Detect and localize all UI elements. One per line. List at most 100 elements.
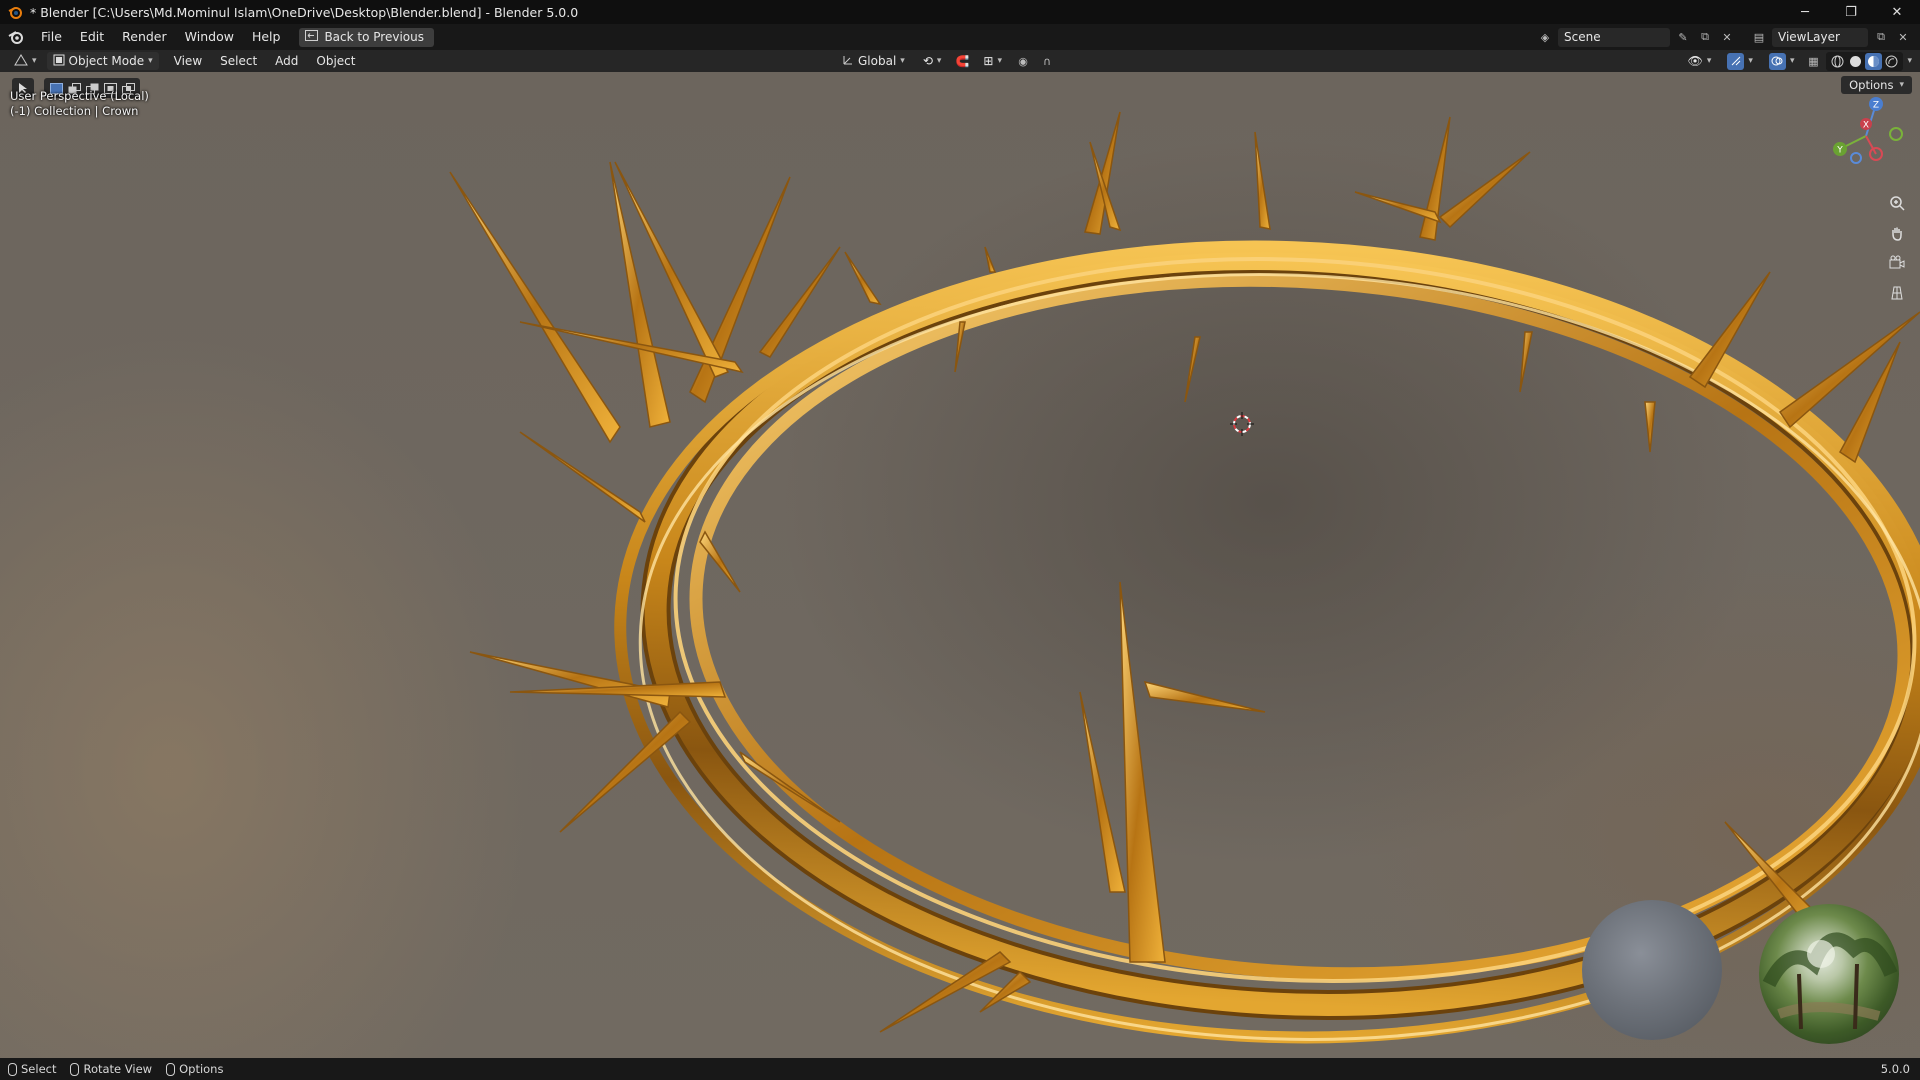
perspective-label: User Perspective (Local) xyxy=(10,89,149,103)
pivot-icon: ⟲ xyxy=(922,54,933,68)
rendered-shading-icon[interactable] xyxy=(1883,53,1900,70)
back-to-previous-button[interactable]: Back to Previous xyxy=(299,27,434,47)
status-select-label: Select xyxy=(21,1062,57,1076)
zoom-icon[interactable] xyxy=(1886,192,1908,214)
y-axis-label: Y xyxy=(1836,146,1843,156)
title-bar: * Blender [C:\Users\Md.Mominul Islam\One… xyxy=(0,0,1920,24)
pin-icon[interactable]: ✎ xyxy=(1674,28,1692,46)
scene-icon[interactable]: ◈ xyxy=(1536,28,1554,46)
screen-back-icon xyxy=(305,30,319,44)
viewport-options-button[interactable]: Options ▾ xyxy=(1841,76,1912,94)
gizmo-toggle-icon xyxy=(1727,52,1745,70)
orientation-icon xyxy=(842,54,854,69)
menu-file[interactable]: File xyxy=(32,24,71,50)
mouse-right-icon xyxy=(166,1062,176,1076)
material-preview-sphere xyxy=(1582,900,1722,1040)
snap-target-dropdown[interactable]: ⊞ ▾ xyxy=(977,52,1008,70)
hdri-preview-sphere xyxy=(1759,904,1899,1044)
view-layer-name: ViewLayer xyxy=(1778,30,1840,44)
xray-icon[interactable]: ▦ xyxy=(1804,52,1822,70)
perspective-toggle-icon[interactable] xyxy=(1886,282,1908,304)
gizmo-dropdown[interactable]: ▾ xyxy=(1721,52,1759,70)
menu-help[interactable]: Help xyxy=(243,24,290,50)
status-options-label: Options xyxy=(179,1062,224,1076)
chevron-down-icon: ▾ xyxy=(997,56,1002,66)
status-rotate-label: Rotate View xyxy=(83,1062,153,1076)
chevron-down-icon: ▾ xyxy=(148,56,153,66)
status-options: Options xyxy=(166,1062,223,1076)
editor-type-dropdown[interactable]: ▾ xyxy=(8,52,43,70)
overlay-dropdown[interactable]: ▾ xyxy=(1763,52,1801,70)
menu-window[interactable]: Window xyxy=(176,24,243,50)
transform-controls: Global ▾ ⟲ ▾ 🧲 ⊞ ▾ ◉ ∩ xyxy=(836,50,1056,72)
snap-icon[interactable]: 🧲 xyxy=(953,52,971,70)
shading-options-chevron-icon[interactable]: ▾ xyxy=(1907,56,1912,66)
viewport-menu-view[interactable]: View xyxy=(165,50,211,72)
chevron-down-icon: ▾ xyxy=(1899,80,1904,90)
minimize-icon[interactable]: ─ xyxy=(1782,0,1828,24)
chevron-down-icon: ▾ xyxy=(32,56,37,66)
eye-icon: 👁 xyxy=(1687,54,1703,68)
material-preview-shading-icon[interactable] xyxy=(1865,52,1883,70)
neg-y-axis-icon xyxy=(1889,127,1903,141)
status-rotate-view: Rotate View xyxy=(70,1062,152,1076)
close-icon[interactable]: ✕ xyxy=(1874,0,1920,24)
3d-cursor-icon[interactable] xyxy=(1229,411,1255,437)
collection-label: (-1) Collection | Crown xyxy=(10,104,139,118)
camera-view-icon[interactable] xyxy=(1886,252,1908,274)
overlays-icon xyxy=(1768,52,1786,70)
pan-hand-icon[interactable] xyxy=(1886,222,1908,244)
mode-label: Object Mode xyxy=(68,54,145,68)
delete-scene-icon[interactable]: ✕ xyxy=(1718,28,1736,46)
chevron-down-icon: ▾ xyxy=(936,56,942,66)
window-controls: ─ ❐ ✕ xyxy=(1782,0,1920,24)
hdri-forest-image xyxy=(1762,932,1898,1030)
viewport-menu-add[interactable]: Add xyxy=(266,50,307,72)
new-scene-icon[interactable]: ⧉ xyxy=(1696,28,1714,46)
orientation-label: Global xyxy=(858,54,897,68)
view-layer-selector[interactable]: ViewLayer xyxy=(1772,27,1868,47)
blender-app-icon xyxy=(6,3,24,21)
z-axis-label: Z xyxy=(1873,101,1879,111)
solid-shading-icon[interactable] xyxy=(1847,53,1864,70)
mouse-left-icon xyxy=(8,1062,17,1076)
viewport-menu-select[interactable]: Select xyxy=(211,50,266,72)
status-bar: Select Rotate View Options 5.0.0 xyxy=(0,1058,1920,1080)
blender-logo-icon[interactable] xyxy=(6,27,26,47)
viewport-header: ▾ Object Mode ▾ View Select Add Object G… xyxy=(0,50,1920,72)
snap-target-icon: ⊞ xyxy=(983,54,994,68)
shading-mode-group xyxy=(1826,51,1904,71)
x-axis-label: X xyxy=(1863,121,1869,131)
window-title: * Blender [C:\Users\Md.Mominul Islam\One… xyxy=(30,4,579,20)
viewport-menu-object[interactable]: Object xyxy=(307,50,364,72)
scene-name: Scene xyxy=(1564,30,1601,44)
viewport-header-right: 👁 ▾ ▾ ▾ ▦ ▾ xyxy=(1682,50,1912,72)
mouse-middle-icon xyxy=(70,1062,80,1076)
menu-render[interactable]: Render xyxy=(113,24,176,50)
menubar-right: ◈ Scene ✎ ⧉ ✕ ▤ ViewLayer ⧉ ✕ xyxy=(1536,24,1920,50)
maximize-icon[interactable]: ❐ xyxy=(1828,0,1874,24)
chevron-down-icon: ▾ xyxy=(900,56,905,66)
view-layer-icon[interactable]: ▤ xyxy=(1750,28,1768,46)
3d-viewport[interactable]: User Perspective (Local) (-1) Collection… xyxy=(0,72,1920,1058)
status-select: Select xyxy=(8,1062,56,1076)
navigation-gizmo[interactable]: Z Y X xyxy=(1826,94,1906,174)
pivot-dropdown[interactable]: ⟲ ▾ xyxy=(917,52,948,70)
scene-selector[interactable]: Scene xyxy=(1558,27,1670,47)
wireframe-shading-icon[interactable] xyxy=(1829,53,1846,70)
menu-edit[interactable]: Edit xyxy=(71,24,113,50)
mode-dropdown[interactable]: Object Mode ▾ xyxy=(46,52,159,70)
orientation-dropdown[interactable]: Global ▾ xyxy=(836,52,911,70)
navigation-tools xyxy=(1886,192,1908,304)
neg-z-axis-icon xyxy=(1850,152,1862,164)
proportional-editing-icon[interactable]: ◉ xyxy=(1014,52,1032,70)
visibility-dropdown[interactable]: 👁 ▾ xyxy=(1682,52,1718,70)
top-menubar: File Edit Render Window Help Back to Pre… xyxy=(0,24,1920,50)
options-label: Options xyxy=(1849,78,1894,92)
new-view-layer-icon[interactable]: ⧉ xyxy=(1872,28,1890,46)
falloff-icon[interactable]: ∩ xyxy=(1038,52,1056,70)
object-mode-icon xyxy=(53,54,65,69)
delete-view-layer-icon[interactable]: ✕ xyxy=(1894,28,1912,46)
version-label: 5.0.0 xyxy=(1880,1062,1910,1076)
chevron-down-icon: ▾ xyxy=(1748,56,1753,66)
